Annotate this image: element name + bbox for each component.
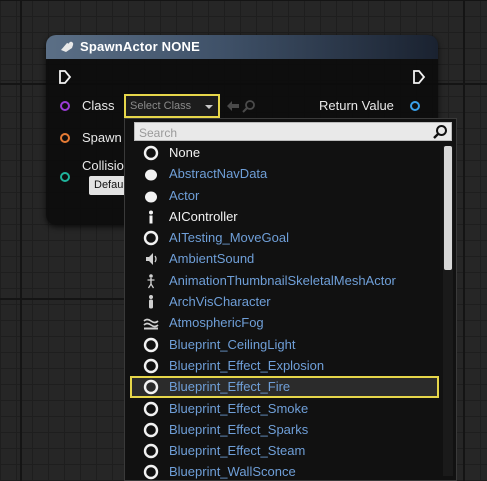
pawn-figure-icon — [143, 209, 159, 225]
scrollbar-thumb[interactable] — [444, 146, 452, 270]
collision-pin-icon[interactable] — [60, 172, 70, 182]
circle-ring-icon — [143, 464, 159, 480]
circle-ring-icon — [143, 145, 159, 161]
sphere-icon — [143, 188, 159, 204]
class-list-item-label: Blueprint_Effect_Fire — [169, 379, 291, 395]
class-list-item-label: AIController — [169, 208, 238, 224]
skeleton-figure-icon — [143, 273, 159, 289]
circle-ring-icon — [143, 422, 159, 438]
class-list-item[interactable]: Blueprint_Effect_Steam — [125, 440, 441, 461]
spawn-transform-pin-icon[interactable] — [60, 133, 70, 143]
class-list-item-label: ArchVisCharacter — [169, 294, 271, 310]
class-list-item[interactable]: Blueprint_Effect_Sparks — [125, 419, 441, 440]
class-list-item-label: Blueprint_Effect_Sparks — [169, 421, 309, 437]
browse-search-icon[interactable] — [242, 99, 256, 113]
class-list-item-label: AnimationThumbnailSkeletalMeshActor — [169, 272, 396, 288]
class-picker-dropdown: None AbstractNavData Actor AIController AITe… — [124, 118, 457, 481]
return-value-pin-icon[interactable] — [410, 101, 420, 111]
speaker-icon — [143, 251, 159, 267]
exec-output-pin-icon[interactable] — [412, 69, 426, 85]
circle-ring-icon — [143, 401, 159, 417]
node-header[interactable]: SpawnActor NONE — [46, 35, 438, 59]
class-list-item[interactable]: Blueprint_WallSconce — [125, 461, 441, 480]
class-list-item-label: AtmosphericFog — [169, 315, 264, 331]
grid-line — [0, 0, 487, 1]
select-class-dropdown[interactable]: Select Class — [124, 94, 220, 118]
class-list-item-label: AbstractNavData — [169, 166, 268, 182]
circle-ring-icon — [143, 337, 159, 353]
function-icon — [61, 41, 74, 52]
class-list-item[interactable]: AmbientSound — [125, 248, 441, 269]
class-list-item[interactable]: None — [125, 142, 441, 163]
class-list-item[interactable]: AbstractNavData — [125, 163, 441, 184]
class-list-item[interactable]: Blueprint_Effect_Explosion — [125, 355, 441, 376]
select-class-value: Select Class — [130, 100, 192, 112]
class-list-item[interactable]: Blueprint_Effect_Smoke — [125, 398, 441, 419]
character-figure-icon — [143, 294, 159, 310]
class-list-item-label: Blueprint_Effect_Smoke — [169, 400, 309, 416]
class-pin-icon[interactable] — [60, 101, 70, 111]
fog-icon — [143, 315, 159, 331]
class-list-item[interactable]: AnimationThumbnailSkeletalMeshActor — [125, 270, 441, 291]
grid-line — [20, 0, 22, 481]
exec-input-pin-icon[interactable] — [58, 69, 72, 85]
class-list-item-label: Blueprint_WallSconce — [169, 464, 296, 480]
use-selected-arrow-icon[interactable] — [226, 100, 240, 112]
spawn-transform-label: Spawn — [82, 130, 122, 145]
class-list-item-label: Blueprint_CeilingLight — [169, 336, 296, 352]
grid-line — [0, 298, 130, 300]
search-box[interactable] — [134, 122, 452, 141]
search-input[interactable] — [137, 124, 431, 141]
class-list-item-label: None — [169, 145, 201, 160]
circle-ring-icon — [143, 379, 159, 395]
class-list: None AbstractNavData Actor AIController AITe… — [125, 142, 441, 480]
return-value-label: Return Value — [319, 98, 394, 113]
class-list-item-label: AITesting_MoveGoal — [169, 230, 289, 246]
class-list-item-label: Actor — [169, 187, 200, 203]
class-pin-label: Class — [82, 98, 115, 113]
class-list-item[interactable]: ArchVisCharacter — [125, 291, 441, 312]
class-list-item[interactable]: AtmosphericFog — [125, 312, 441, 333]
grid-line — [463, 0, 465, 481]
chevron-down-icon — [205, 105, 213, 109]
node-title: SpawnActor NONE — [80, 39, 201, 54]
class-list-item-label: Blueprint_Effect_Explosion — [169, 357, 325, 373]
class-list-item[interactable]: AIController — [125, 206, 441, 227]
circle-ring-icon — [143, 358, 159, 374]
class-list-item[interactable]: Blueprint_CeilingLight — [125, 334, 441, 355]
class-list-item-label: AmbientSound — [169, 251, 255, 267]
circle-ring-icon — [143, 230, 159, 246]
class-list-item[interactable]: Actor — [125, 185, 441, 206]
class-list-item[interactable]: AITesting_MoveGoal — [125, 227, 441, 248]
class-list-item[interactable]: Blueprint_Effect_Fire — [130, 376, 439, 398]
collision-label: Collisio — [82, 158, 124, 173]
class-list-item-label: Blueprint_Effect_Steam — [169, 443, 306, 459]
sphere-icon — [143, 166, 159, 182]
circle-ring-icon — [143, 443, 159, 459]
search-icon — [433, 125, 447, 139]
